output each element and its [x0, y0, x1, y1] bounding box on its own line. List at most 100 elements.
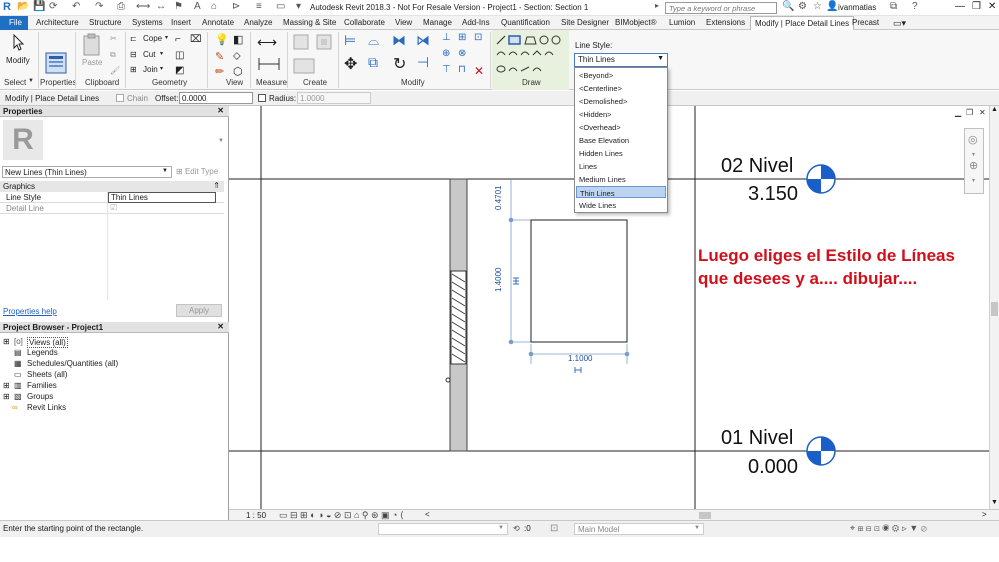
line-style-option[interactable]: Medium Lines — [576, 173, 666, 185]
copy-icon[interactable]: ⧉ — [368, 54, 378, 71]
tab-structure[interactable]: Structure — [89, 18, 121, 27]
hscroll-left-icon[interactable]: < — [425, 510, 430, 519]
3d-view-icon[interactable]: ⌂ — [211, 1, 217, 12]
tab-insert[interactable]: Insert — [171, 18, 191, 27]
hscroll-right-icon[interactable]: > — [982, 510, 987, 519]
save-icon[interactable]: 💾 — [33, 1, 45, 12]
maximize-icon[interactable]: ❐ — [972, 1, 981, 12]
tab-analyze[interactable]: Analyze — [244, 18, 272, 27]
tab-massing-site[interactable]: Massing & Site — [283, 18, 336, 27]
design-options-icon[interactable]: ⊡ — [550, 523, 558, 534]
unpin-icon[interactable]: ⊗ — [458, 48, 466, 59]
mirror-axis-icon[interactable]: ⧓ — [392, 32, 406, 49]
tab-annotate[interactable]: Annotate — [202, 18, 234, 27]
sync-icon[interactable]: ⟳ — [49, 1, 57, 12]
paste-button[interactable]: Paste — [82, 58, 102, 67]
dimension-text-top[interactable]: 0.4701 — [494, 186, 503, 210]
close-icon[interactable]: ✕ — [988, 1, 996, 12]
close-icon[interactable]: ✕ — [217, 322, 224, 331]
hide-element-icon[interactable]: 💡 — [215, 33, 229, 46]
tab-collaborate[interactable]: Collaborate — [344, 18, 385, 27]
trim-icon[interactable]: ⊣ — [417, 54, 429, 71]
line-style-option[interactable]: Base Elevation — [576, 134, 666, 146]
tab-file[interactable]: File — [0, 16, 28, 30]
split-icon[interactable]: ⊥ — [442, 32, 451, 43]
tab-site-designer[interactable]: Site Designer — [561, 18, 609, 27]
exchange-icon[interactable]: ⧉ — [890, 1, 897, 12]
search-expand-icon[interactable]: ▸ — [655, 1, 659, 10]
tree-item-views[interactable]: Views (all) — [27, 337, 68, 348]
help-icon[interactable]: ? — [912, 1, 918, 12]
view-restore-icon[interactable]: ❐ — [966, 108, 973, 117]
design-option-selector[interactable]: Main Model ▼ — [574, 523, 704, 535]
tab-extensions[interactable]: Extensions — [706, 18, 745, 27]
tree-item-revit-links[interactable]: Revit Links — [27, 403, 66, 412]
communication-icon[interactable]: ☆ — [813, 1, 822, 12]
cut-clip-icon[interactable]: ✂ — [110, 34, 117, 43]
view-extra-icon[interactable]: ◧ — [233, 33, 243, 46]
close-icon[interactable]: ✕ — [217, 106, 224, 115]
edit-type-button[interactable]: ⊞ Edit Type — [176, 167, 218, 176]
line-style-option[interactable]: <Centerline> — [576, 82, 666, 94]
user-name[interactable]: ivanmatias — [838, 3, 876, 12]
properties-help-link[interactable]: Properties help — [3, 307, 57, 316]
measure-icon[interactable]: ⟷ — [257, 34, 277, 51]
offset-field[interactable]: 0.0000 — [179, 92, 253, 104]
vertical-scrollbar[interactable]: ▲ ▼ — [989, 106, 999, 509]
panel-geometry-label[interactable]: Geometry — [152, 78, 187, 87]
panel-view-label[interactable]: View — [226, 78, 243, 87]
cope-icon[interactable]: ⊏ — [130, 34, 137, 43]
search-icon[interactable]: 🔍 — [782, 1, 794, 12]
workset-selector[interactable]: ▼ — [378, 523, 508, 535]
copy-clip-icon[interactable]: ⧉ — [110, 50, 116, 60]
tab-view[interactable]: View — [395, 18, 412, 27]
search-input[interactable]: Type a keyword or phrase — [665, 2, 777, 14]
draw-tools[interactable] — [494, 33, 570, 77]
join-icon[interactable]: ⊞ — [130, 65, 137, 74]
worksets-icon[interactable]: ⟲ — [513, 524, 520, 533]
expand-icon[interactable]: ⊞ — [3, 392, 10, 401]
trim-multi-icon[interactable]: ⊓ — [458, 64, 466, 75]
thin-lines-icon[interactable]: ≡ — [256, 1, 262, 12]
wall-joins-icon[interactable]: ⌐ — [175, 34, 181, 45]
panel-draw-label[interactable]: Draw — [522, 78, 541, 87]
delete-icon[interactable]: ✕ — [474, 64, 484, 78]
revit-logo-icon[interactable]: R — [3, 1, 11, 13]
line-style-option[interactable]: <Overhead> — [576, 121, 666, 133]
line-style-option-selected[interactable]: Thin Lines — [576, 186, 666, 198]
collapse-icon[interactable]: ⇑ — [213, 181, 220, 190]
line-style-option[interactable]: Lines — [576, 160, 666, 172]
line-style-option[interactable]: <Beyond> — [576, 69, 666, 81]
text-qa-icon[interactable]: A — [194, 1, 201, 12]
tab-add-ins[interactable]: Add-Ins — [462, 18, 490, 27]
nav-dropdown-icon[interactable]: ▾ — [972, 151, 975, 158]
level-02-elevation[interactable]: 3.150 — [748, 183, 798, 206]
scroll-down-icon[interactable]: ▼ — [991, 499, 998, 506]
tab-bimobject[interactable]: BIMobject® — [615, 18, 656, 27]
tree-item-sheets[interactable]: Sheets (all) — [27, 370, 67, 379]
tab-architecture[interactable]: Architecture — [36, 18, 79, 27]
create-parts-icon[interactable] — [315, 33, 333, 51]
override-graphics-icon[interactable]: ✎ — [215, 50, 224, 63]
chevron-down-icon[interactable]: ▼ — [694, 525, 700, 531]
join-button[interactable]: Join — [143, 65, 158, 74]
cope-button[interactable]: Cope — [143, 34, 162, 43]
chevron-down-icon[interactable]: ▼ — [498, 525, 504, 531]
panel-properties-label[interactable]: Properties — [40, 78, 76, 87]
subscription-icon[interactable]: ⚙ — [798, 1, 807, 12]
panel-modify-label[interactable]: Modify — [401, 78, 425, 87]
zoom-icon[interactable]: ⊕ — [969, 159, 978, 172]
linework-icon[interactable]: ✏ — [215, 65, 224, 78]
graphics-group[interactable]: Graphics ⇑ — [0, 181, 224, 192]
dimension-text-side[interactable]: 1.4000 — [494, 268, 503, 292]
panel-clipboard-label[interactable]: Clipboard — [85, 78, 119, 87]
modify-cursor-icon[interactable] — [11, 34, 27, 52]
apply-button[interactable]: Apply — [176, 304, 222, 317]
align-icon[interactable]: ⊨ — [344, 32, 356, 49]
chain-checkbox[interactable] — [116, 94, 124, 102]
close-views-icon[interactable]: ▭ — [276, 1, 285, 12]
dimension-qa-icon[interactable]: ↔ — [156, 1, 166, 12]
view-close-icon[interactable]: ✕ — [979, 108, 986, 117]
trim-single-icon[interactable]: ⊤ — [442, 64, 451, 75]
line-style-option[interactable]: <Hidden> — [576, 108, 666, 120]
